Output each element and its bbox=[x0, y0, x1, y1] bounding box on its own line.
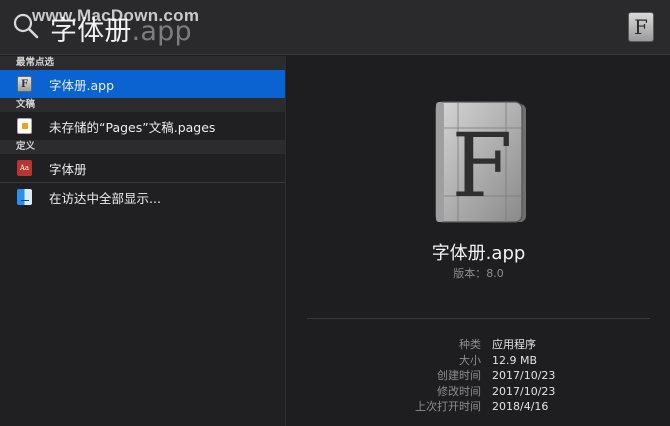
metadata-key: 上次打开时间 bbox=[415, 400, 481, 413]
font-book-icon: F bbox=[435, 101, 526, 223]
metadata-row-modified: 修改时间 2017/10/23 bbox=[287, 384, 670, 400]
spotlight-search-bar: 字体册.app www.MacDown.com F bbox=[0, 0, 670, 55]
version-label: 版本： bbox=[453, 267, 487, 280]
preview-app-name: 字体册.app bbox=[431, 243, 526, 264]
pages-document-icon bbox=[17, 118, 32, 134]
metadata-row-size: 大小 12.9 MB bbox=[287, 353, 670, 369]
divider bbox=[307, 318, 650, 319]
font-book-icon: F bbox=[17, 76, 32, 92]
metadata-value: 2017/10/23 bbox=[492, 384, 556, 398]
metadata-key: 大小 bbox=[459, 353, 481, 367]
result-label: 字体册 bbox=[49, 162, 87, 177]
metadata-value: 2017/10/23 bbox=[492, 369, 556, 382]
result-label: 字体册.app bbox=[49, 78, 115, 93]
font-book-glyph: F bbox=[451, 114, 512, 217]
results-list: 最常点选 F 字体册.app 文稿 未存储的“Pages”文稿.pages 定义… bbox=[0, 56, 286, 426]
watermark: www.MacDown.com bbox=[32, 6, 200, 25]
metadata-value: 12.9 MB bbox=[492, 353, 538, 367]
metadata-value: 2018/4/16 bbox=[492, 400, 549, 413]
metadata-value: 应用程序 bbox=[492, 338, 536, 351]
preview-version: 版本：8.0 bbox=[287, 265, 670, 281]
metadata-key: 种类 bbox=[459, 338, 481, 351]
metadata-row-last-opened: 上次打开时间 2018/4/16 bbox=[287, 399, 670, 415]
finder-icon bbox=[17, 189, 32, 205]
version-value: 8.0 bbox=[486, 267, 504, 280]
result-item-pages-document[interactable]: 未存储的“Pages”文稿.pages bbox=[0, 112, 285, 140]
section-header-top-hits: 最常点选 bbox=[0, 56, 285, 70]
preview-pane: F 字体册.app 版本：8.0 种类 应用程序 大小 12.9 MB 创建时间… bbox=[287, 56, 670, 426]
show-all-label: 在访达中全部显示... bbox=[49, 191, 161, 206]
result-item-font-book[interactable]: F 字体册.app bbox=[0, 70, 285, 98]
dictionary-icon: Aa bbox=[17, 160, 32, 176]
metadata-row-kind: 种类 应用程序 bbox=[287, 337, 670, 353]
section-header-definition: 定义 bbox=[0, 140, 285, 154]
metadata-key: 修改时间 bbox=[437, 384, 481, 398]
show-all-in-finder[interactable]: 在访达中全部显示... bbox=[0, 183, 285, 211]
font-book-icon: F bbox=[628, 12, 654, 42]
result-label: 未存储的“Pages”文稿.pages bbox=[49, 120, 216, 135]
metadata-list: 种类 应用程序 大小 12.9 MB 创建时间 2017/10/23 修改时间 … bbox=[287, 337, 670, 415]
section-header-documents: 文稿 bbox=[0, 98, 285, 112]
metadata-key: 创建时间 bbox=[437, 369, 481, 382]
result-item-definition[interactable]: Aa 字体册 bbox=[0, 154, 285, 182]
metadata-row-created: 创建时间 2017/10/23 bbox=[287, 368, 670, 384]
